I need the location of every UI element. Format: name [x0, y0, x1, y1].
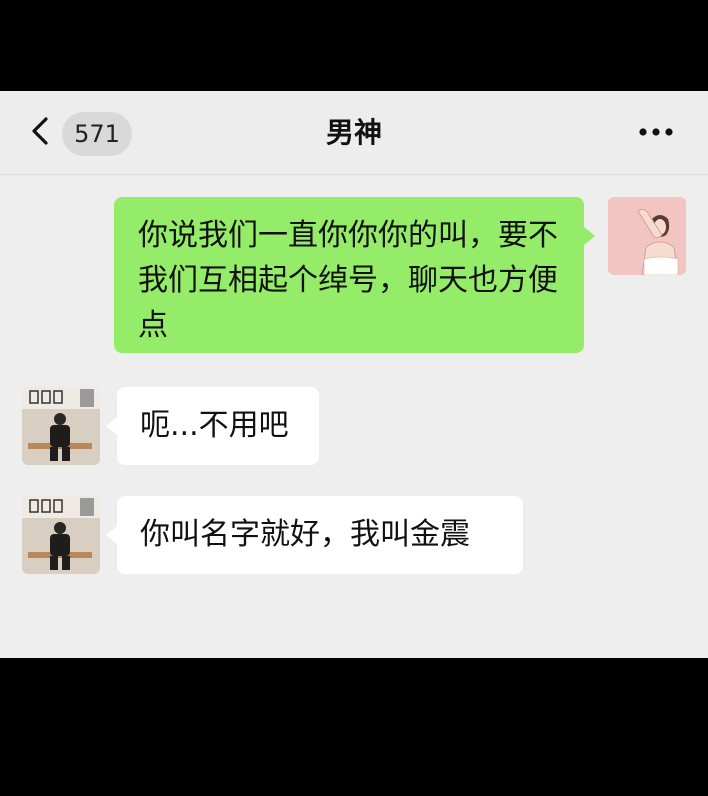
bubble-tail — [584, 227, 595, 245]
avatar-illustration-woman — [608, 197, 686, 275]
message-row-outgoing: 你说我们一直你你你的叫，要不我们互相起个绰号，聊天也方便点 — [0, 197, 708, 357]
message-bubble-outgoing[interactable]: 你说我们一直你你你的叫，要不我们互相起个绰号，聊天也方便点 — [114, 197, 584, 353]
message-text: 你说我们一直你你你的叫，要不我们互相起个绰号，聊天也方便点 — [138, 218, 558, 343]
message-row-incoming: 你叫名字就好，我叫金震 — [0, 496, 708, 576]
contact-avatar[interactable] — [22, 387, 100, 465]
chat-screen: 571 男神 你说我们一直你你你的叫，要不我们互相起个绰号，聊天也方便点 呃..… — [0, 91, 708, 658]
bubble-tail — [106, 417, 117, 435]
message-text: 呃...不用吧 — [140, 408, 289, 443]
avatar-photo-man — [22, 496, 100, 574]
more-dots-icon — [639, 128, 673, 136]
chat-title: 男神 — [325, 116, 382, 149]
bubble-tail — [106, 526, 117, 544]
message-row-incoming: 呃...不用吧 — [0, 387, 708, 467]
chat-header: 571 男神 — [0, 91, 708, 175]
message-text: 你叫名字就好，我叫金震 — [140, 517, 470, 552]
contact-avatar[interactable] — [22, 496, 100, 574]
more-options-button[interactable] — [632, 117, 680, 147]
message-bubble-incoming[interactable]: 呃...不用吧 — [117, 387, 319, 465]
avatar-photo-man — [22, 387, 100, 465]
message-bubble-incoming[interactable]: 你叫名字就好，我叫金震 — [117, 496, 523, 574]
my-avatar[interactable] — [608, 197, 686, 275]
